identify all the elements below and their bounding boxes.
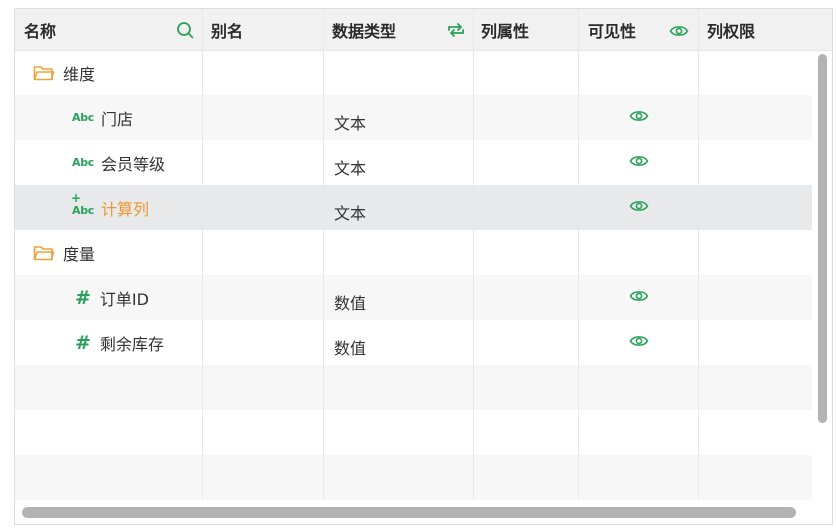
folder-icon	[33, 245, 55, 260]
visibility-toggle[interactable]	[629, 138, 649, 183]
field-name: 计算列	[101, 199, 150, 219]
field-name: 度量	[63, 244, 96, 264]
name-cell: + Abc 计算列	[71, 185, 150, 230]
field-grid: 名称 别名 数据类型 列属性 可见性 列权限 维度 Abc 门店 文本 Abc 会员等级文…	[14, 8, 833, 525]
header-data-type: 数据类型	[332, 21, 397, 41]
visibility-toggle[interactable]	[629, 318, 649, 363]
table-row[interactable]: # 剩余库存 数值	[15, 320, 812, 365]
text-type-icon: Abc	[72, 111, 95, 124]
visible-eye-icon[interactable]	[629, 331, 649, 351]
field-name: 会员等级	[101, 154, 166, 174]
number-type-icon: #	[75, 286, 91, 309]
empty-row	[15, 365, 812, 410]
table-row[interactable]: Abc 会员等级 文本	[15, 140, 812, 185]
column-divider	[202, 9, 203, 499]
number-type-icon: #	[75, 331, 91, 354]
empty-row	[15, 410, 812, 455]
visible-eye-icon[interactable]	[629, 196, 649, 216]
visibility-toggle[interactable]	[629, 93, 649, 138]
vertical-scrollbar[interactable]	[818, 54, 827, 423]
table-row[interactable]: + Abc 计算列 文本	[15, 185, 812, 230]
field-name: 剩余库存	[99, 334, 164, 354]
header-col-attr: 列属性	[481, 21, 530, 41]
search-icon[interactable]	[175, 20, 195, 40]
field-name: 维度	[63, 64, 96, 84]
header-name: 名称	[24, 21, 57, 41]
visibility-toggle[interactable]	[629, 183, 649, 228]
calculated-text-type-icon: Abc	[72, 204, 95, 217]
table-row[interactable]: 度量	[15, 230, 812, 275]
field-name: 门店	[101, 109, 134, 129]
grid-header: 名称 别名 数据类型 列属性 可见性 列权限	[15, 9, 832, 51]
header-alias: 别名	[211, 21, 244, 41]
name-cell: # 剩余库存	[75, 320, 164, 365]
horizontal-scrollbar[interactable]	[22, 507, 796, 518]
folder-icon	[33, 65, 55, 80]
name-cell: 度量	[33, 230, 95, 275]
visible-eye-icon[interactable]	[629, 286, 649, 306]
header-visible: 可见性	[588, 21, 637, 41]
name-cell: # 订单ID	[75, 275, 149, 320]
folder-icon-wrap	[33, 64, 55, 82]
eye-icon[interactable]	[669, 21, 689, 41]
data-type-cell[interactable]: 数值	[334, 324, 366, 369]
folder-icon-wrap	[33, 244, 55, 262]
table-row[interactable]: 维度	[15, 50, 812, 95]
visible-eye-icon[interactable]	[629, 151, 649, 171]
data-type-cell[interactable]: 文本	[334, 99, 366, 144]
visible-eye-icon[interactable]	[629, 106, 649, 126]
table-row[interactable]: Abc 门店 文本	[15, 95, 812, 140]
header-col-perm: 列权限	[707, 21, 756, 41]
column-divider	[698, 9, 699, 499]
empty-row	[15, 455, 812, 500]
visibility-toggle[interactable]	[629, 273, 649, 318]
data-type-cell[interactable]: 文本	[334, 144, 366, 189]
column-divider	[578, 9, 579, 499]
table-row[interactable]: # 订单ID 数值	[15, 275, 812, 320]
data-type-cell[interactable]: 数值	[334, 279, 366, 324]
text-type-icon: Abc	[72, 156, 95, 169]
name-cell: Abc 门店	[72, 95, 133, 140]
swap-icon[interactable]	[446, 20, 466, 40]
field-name: 订单ID	[99, 289, 149, 309]
column-divider	[473, 9, 474, 499]
plus-icon: +	[71, 191, 82, 205]
data-type-cell[interactable]: 文本	[334, 189, 366, 234]
name-cell: Abc 会员等级	[72, 140, 165, 185]
name-cell: 维度	[33, 50, 95, 95]
column-divider	[323, 9, 324, 499]
